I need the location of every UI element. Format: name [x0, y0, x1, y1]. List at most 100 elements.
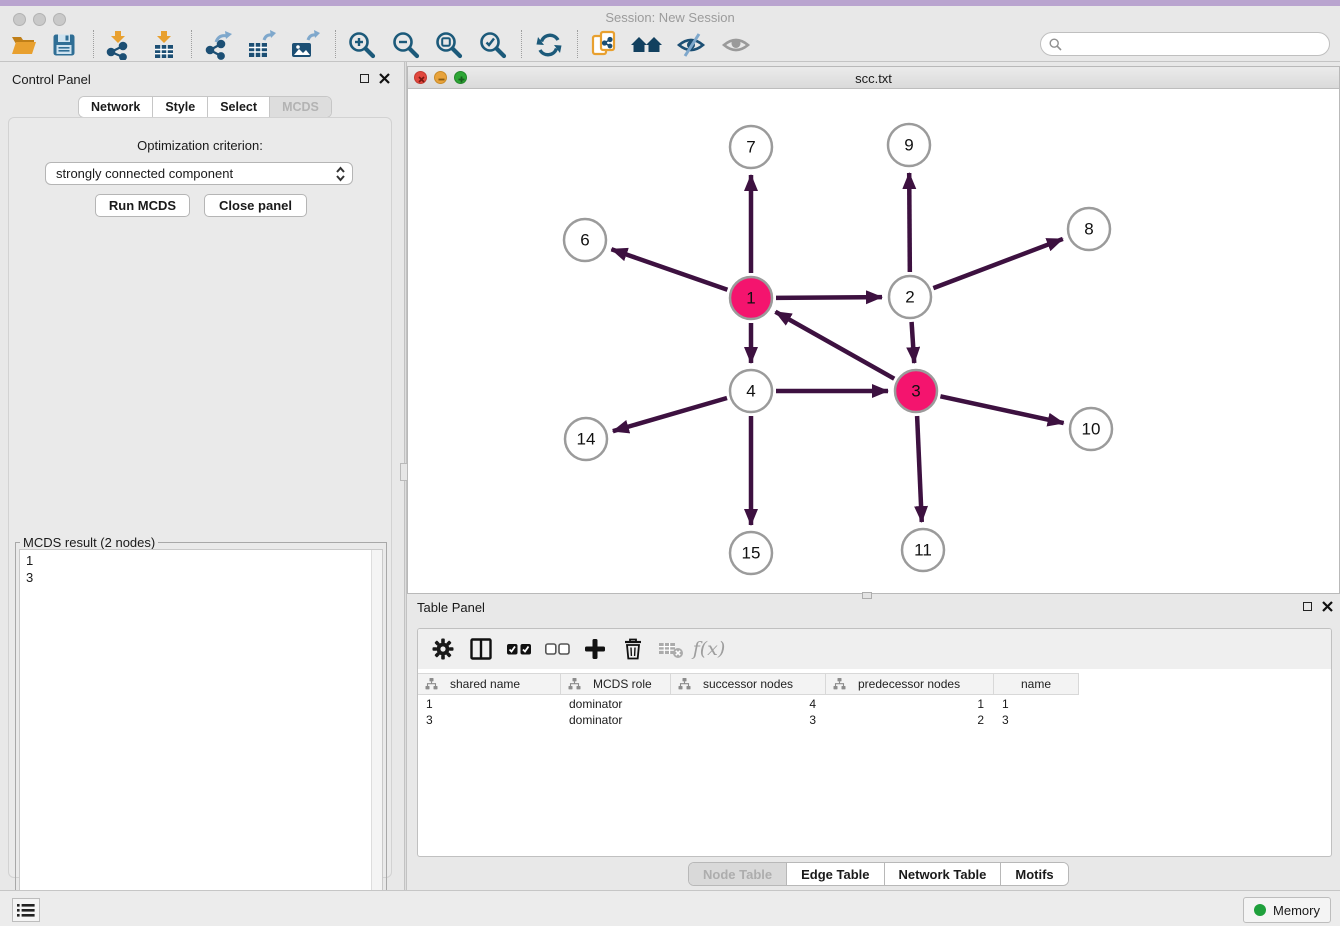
table-panel-title: Table Panel [417, 600, 485, 615]
graph-edge-2-9[interactable] [909, 173, 910, 272]
cell-successor-nodes[interactable]: 3 [671, 712, 826, 728]
cell-shared-name[interactable]: 3 [418, 712, 561, 728]
mcds-result-textarea[interactable]: 1 3 [19, 549, 383, 916]
tab-node-table[interactable]: Node Table [689, 863, 787, 885]
tab-edge-table[interactable]: Edge Table [787, 863, 884, 885]
tab-select[interactable]: Select [208, 97, 270, 118]
tab-mcds[interactable]: MCDS [270, 97, 331, 118]
show-panels-button[interactable] [12, 898, 40, 922]
graph-edge-2-8[interactable] [933, 239, 1062, 288]
columns-icon [470, 638, 492, 660]
cell-shared-name[interactable]: 1 [418, 696, 561, 712]
plus-icon [585, 639, 605, 659]
table-body: 1 dominator 4 1 1 3 dominator 3 2 3 [418, 696, 1331, 728]
cell-name[interactable]: 1 [994, 696, 1079, 712]
show-all-button[interactable] [718, 29, 754, 61]
tab-motifs[interactable]: Motifs [1001, 863, 1067, 885]
function-builder-button[interactable]: f(x) [690, 634, 728, 664]
titlebar[interactable]: Session: New Session [0, 6, 1340, 28]
table-settings-button[interactable] [424, 634, 462, 664]
mcds-result-title: MCDS result (2 nodes) [20, 535, 158, 550]
network-graph[interactable]: 7968124314101511 [408, 89, 1339, 593]
graph-node-label-8: 8 [1084, 220, 1093, 239]
duplicate-network-button[interactable] [586, 29, 622, 61]
eye-icon [721, 31, 751, 59]
cell-successor-nodes[interactable]: 4 [671, 696, 826, 712]
column-header-name[interactable]: name [994, 674, 1079, 694]
graph-node-label-9: 9 [904, 136, 913, 155]
float-panel-icon[interactable] [360, 74, 369, 83]
zoom-selected-button[interactable] [475, 29, 511, 61]
table-row[interactable]: 1 dominator 4 1 1 [418, 696, 1331, 712]
mcds-result-group: MCDS result (2 nodes) 1 3 [15, 542, 387, 920]
table-float-icon[interactable] [1303, 602, 1312, 611]
select-all-button[interactable] [500, 634, 538, 664]
application-window: Session: New Session [0, 0, 1340, 926]
cell-name[interactable]: 3 [994, 712, 1079, 728]
unchecked-boxes-icon [545, 643, 570, 655]
zoom-selected-icon [478, 30, 508, 60]
close-panel-icon[interactable] [379, 73, 390, 84]
result-scrollbar[interactable] [371, 550, 382, 915]
delete-table-icon [658, 639, 684, 659]
column-header-mcds-role[interactable]: MCDS role [561, 674, 671, 694]
cell-predecessor-nodes[interactable]: 1 [826, 696, 994, 712]
control-panel-header: Control Panel [0, 68, 404, 90]
column-header-successor-nodes[interactable]: successor nodes [671, 674, 826, 694]
toolbar-separator [521, 30, 522, 58]
add-column-button[interactable] [576, 634, 614, 664]
session-title: Session: New Session [0, 10, 1340, 25]
graph-edge-2-3[interactable] [912, 322, 915, 363]
deselect-all-button[interactable] [538, 634, 576, 664]
save-session-button[interactable] [46, 29, 82, 61]
trash-icon [623, 638, 643, 660]
hide-selected-button[interactable] [673, 29, 709, 61]
graph-edge-1-2[interactable] [776, 297, 882, 298]
export-network-button[interactable] [200, 29, 236, 61]
eye-slash-icon [676, 31, 706, 59]
export-table-button[interactable] [243, 29, 279, 61]
run-mcds-button[interactable]: Run MCDS [95, 194, 190, 217]
column-type-icon [568, 678, 581, 690]
graph-edge-1-6[interactable] [611, 249, 727, 290]
zoom-fit-button[interactable] [431, 29, 467, 61]
network-canvas[interactable]: 7968124314101511 [408, 89, 1339, 593]
delete-column-button[interactable] [614, 634, 652, 664]
graph-node-label-10: 10 [1082, 420, 1101, 439]
zoom-out-button[interactable] [388, 29, 424, 61]
graph-edge-3-1[interactable] [775, 312, 894, 379]
apply-layout-button[interactable] [531, 29, 567, 61]
import-table-button[interactable] [146, 29, 182, 61]
column-layout-button[interactable] [462, 634, 500, 664]
search-field[interactable] [1040, 32, 1330, 56]
close-panel-button[interactable]: Close panel [204, 194, 307, 217]
fx-icon: f(x) [693, 638, 726, 660]
export-table-icon [246, 30, 276, 60]
toolbar-separator [577, 30, 578, 58]
search-input[interactable] [1067, 37, 1329, 51]
delete-table-button[interactable] [652, 634, 690, 664]
column-type-icon [425, 678, 438, 690]
cell-mcds-role[interactable]: dominator [561, 696, 671, 712]
optimization-criterion-select[interactable]: strongly connected component [45, 162, 353, 185]
memory-button[interactable]: Memory [1243, 897, 1331, 923]
tab-network[interactable]: Network [79, 97, 153, 118]
network-window-titlebar[interactable]: scc.txt [408, 67, 1339, 89]
result-line: 3 [26, 569, 376, 586]
import-network-button[interactable] [100, 29, 136, 61]
first-neighbors-button[interactable] [629, 29, 665, 61]
cell-predecessor-nodes[interactable]: 2 [826, 712, 994, 728]
open-session-button[interactable] [6, 29, 42, 61]
export-image-button[interactable] [287, 29, 323, 61]
graph-edge-3-10[interactable] [940, 396, 1063, 423]
table-row[interactable]: 3 dominator 3 2 3 [418, 712, 1331, 728]
tab-network-table[interactable]: Network Table [885, 863, 1002, 885]
tab-style[interactable]: Style [153, 97, 208, 118]
cell-mcds-role[interactable]: dominator [561, 712, 671, 728]
zoom-in-button[interactable] [344, 29, 380, 61]
graph-edge-3-11[interactable] [917, 416, 922, 522]
graph-edge-4-14[interactable] [613, 398, 727, 431]
column-header-predecessor-nodes[interactable]: predecessor nodes [826, 674, 994, 694]
column-header-shared-name[interactable]: shared name [418, 674, 561, 694]
table-close-icon[interactable] [1322, 601, 1333, 612]
